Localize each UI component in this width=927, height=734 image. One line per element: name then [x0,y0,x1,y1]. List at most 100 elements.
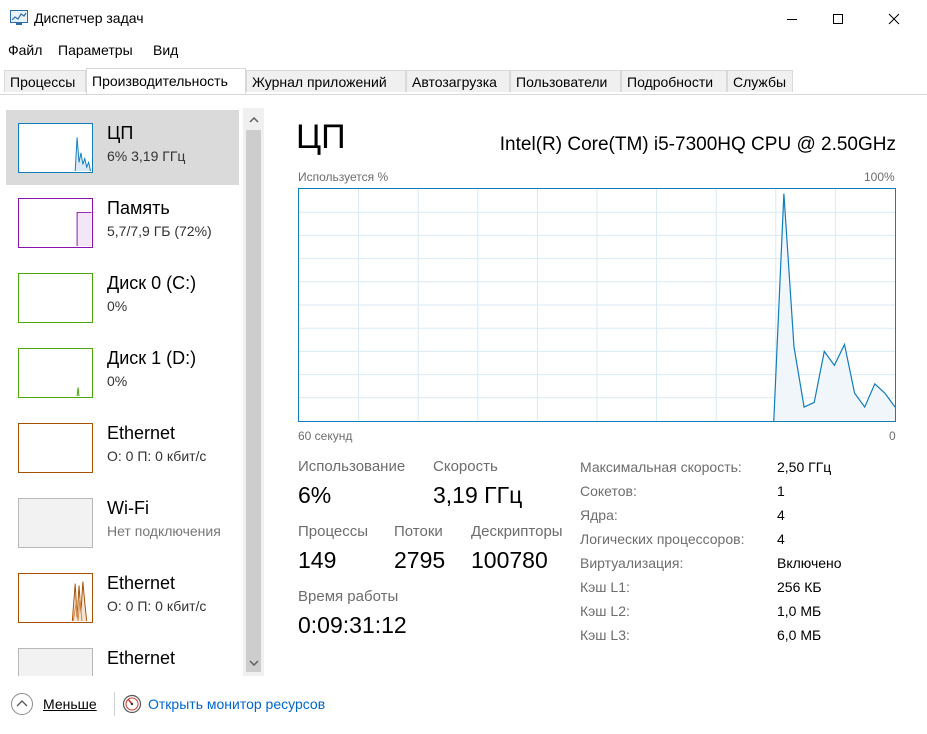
resource-monitor-icon [122,694,142,714]
graph-label-top-right: 100% [864,170,895,184]
resource-ethernet-2[interactable]: Ethernet О: 0 П: 0 кбит/с [6,560,239,635]
maximize-button[interactable] [815,0,861,38]
fewer-details-button[interactable]: Меньше [10,692,97,716]
uptime-label: Время работы [298,588,399,605]
uptime-value: 0:09:31:12 [298,612,407,638]
resource-name: Wi-Fi [107,498,149,518]
tab-bar: Процессы Производительность Журнал прило… [0,68,927,95]
scroll-up-button[interactable] [243,110,264,130]
menu-view[interactable]: Вид [153,42,178,58]
detail-key: Ядра: [580,507,618,523]
memory-thumbnail [18,198,93,248]
resource-ethernet-1[interactable]: Ethernet О: 0 П: 0 кбит/с [6,410,239,485]
close-button[interactable] [871,0,917,38]
title-bar: Диспетчер задач [0,0,927,38]
resource-memory[interactable]: Память 5,7/7,9 ГБ (72%) [6,185,239,260]
scroll-thumb[interactable] [246,130,261,672]
maximize-icon [833,14,843,24]
tab-services[interactable]: Службы [727,70,793,92]
resource-monitor-link-text: Открыть монитор ресурсов [148,696,326,712]
menu-file[interactable]: Файл [8,42,42,58]
cpu-thumbnail [18,123,93,173]
resource-name: Диск 1 (D:) [107,348,197,368]
fewer-details-label: Меньше [43,696,97,712]
task-manager-icon [10,10,28,25]
threads-value: 2795 [394,547,446,573]
resource-list: ЦП 6% 3,19 ГГц Память 5,7/7,9 ГБ (72%) Д… [6,108,242,676]
menu-bar: Файл Параметры Вид [0,38,927,62]
detail-key: Кэш L1: [580,579,630,595]
cpu-usage-graph [298,188,896,422]
minimize-icon [787,19,797,20]
footer-divider [114,692,115,716]
detail-key: Сокетов: [580,483,637,499]
resource-list-scrollbar[interactable] [243,108,264,676]
chevron-up-circle-icon [11,693,33,715]
resource-name: Ethernet [107,573,176,593]
graph-label-bottom-left: 60 секунд [298,429,353,443]
disk0-thumbnail [18,273,93,323]
speed-value: 3,19 ГГц [433,482,523,508]
tab-processes[interactable]: Процессы [4,70,86,92]
tab-users[interactable]: Пользователи [510,70,621,92]
ethernet-thumbnail [18,573,93,623]
ethernet-thumbnail [18,423,93,473]
ethernet-thumbnail [18,648,93,676]
detail-key: Виртуализация: [580,555,684,571]
chevron-down-icon [248,660,259,666]
resource-name: Ethernet [107,648,176,668]
tab-details[interactable]: Подробности [621,70,727,92]
disk1-thumbnail [18,348,93,398]
processes-label: Процессы [298,523,369,540]
usage-value: 6% [298,482,332,508]
detail-value: 2,50 ГГц [777,459,832,475]
processes-value: 149 [298,547,337,573]
resource-status: О: 0 П: 0 кбит/с [107,598,207,614]
resource-name: Ethernet [107,423,176,443]
handles-value: 100780 [471,547,548,573]
minimize-button[interactable] [769,0,815,38]
tab-startup[interactable]: Автозагрузка [406,70,510,92]
scroll-down-button[interactable] [243,653,264,673]
resource-status: 5,7/7,9 ГБ (72%) [107,223,212,239]
detail-value: 4 [777,531,785,547]
detail-value: 256 КБ [777,579,822,595]
detail-key: Логических процессоров: [580,531,745,547]
resource-disk-1[interactable]: Диск 1 (D:) 0% [6,335,239,410]
resource-wifi[interactable]: Wi-Fi Нет подключения [6,485,239,560]
tab-performance[interactable]: Производительность [86,68,246,94]
window-title: Диспетчер задач [34,10,144,26]
resource-status: О: 0 П: 0 кбит/с [107,448,207,464]
graph-label-top-left: Используется % [298,170,389,184]
menu-options[interactable]: Параметры [58,42,133,58]
detail-key: Кэш L2: [580,603,630,619]
resource-status: 6% 3,19 ГГц [107,148,186,164]
detail-value: 4 [777,507,785,523]
threads-label: Потоки [394,523,443,540]
cpu-model: Intel(R) Core(TM) i5-7300HQ CPU @ 2.50GH… [499,134,896,155]
resource-disk-0[interactable]: Диск 0 (C:) 0% [6,260,239,335]
handles-label: Дескрипторы [471,523,563,540]
detail-value: 6,0 МБ [777,627,822,643]
resource-status: Нет подключения [107,523,221,539]
tab-app-history[interactable]: Журнал приложений [246,70,406,92]
resource-name: ЦП [107,123,134,143]
chevron-up-icon [248,117,259,123]
open-resource-monitor-link[interactable]: Открыть монитор ресурсов [122,692,325,716]
detail-value: 1,0 МБ [777,603,822,619]
usage-label: Использование [298,458,406,475]
resource-name: Память [107,198,170,218]
close-icon [888,13,900,25]
resource-name: Диск 0 (C:) [107,273,197,293]
speed-label: Скорость [433,458,498,475]
page-title: ЦП [296,118,346,156]
detail-key: Кэш L3: [580,627,630,643]
resource-cpu[interactable]: ЦП 6% 3,19 ГГц [6,110,239,185]
wifi-thumbnail [18,498,93,548]
resource-ethernet-3[interactable]: Ethernet [6,635,239,676]
footer: Меньше Открыть монитор ресурсов [0,684,927,724]
resource-status: 0% [107,373,128,389]
detail-value: 1 [777,483,785,499]
detail-key: Максимальная скорость: [580,459,742,475]
resource-status: 0% [107,298,128,314]
